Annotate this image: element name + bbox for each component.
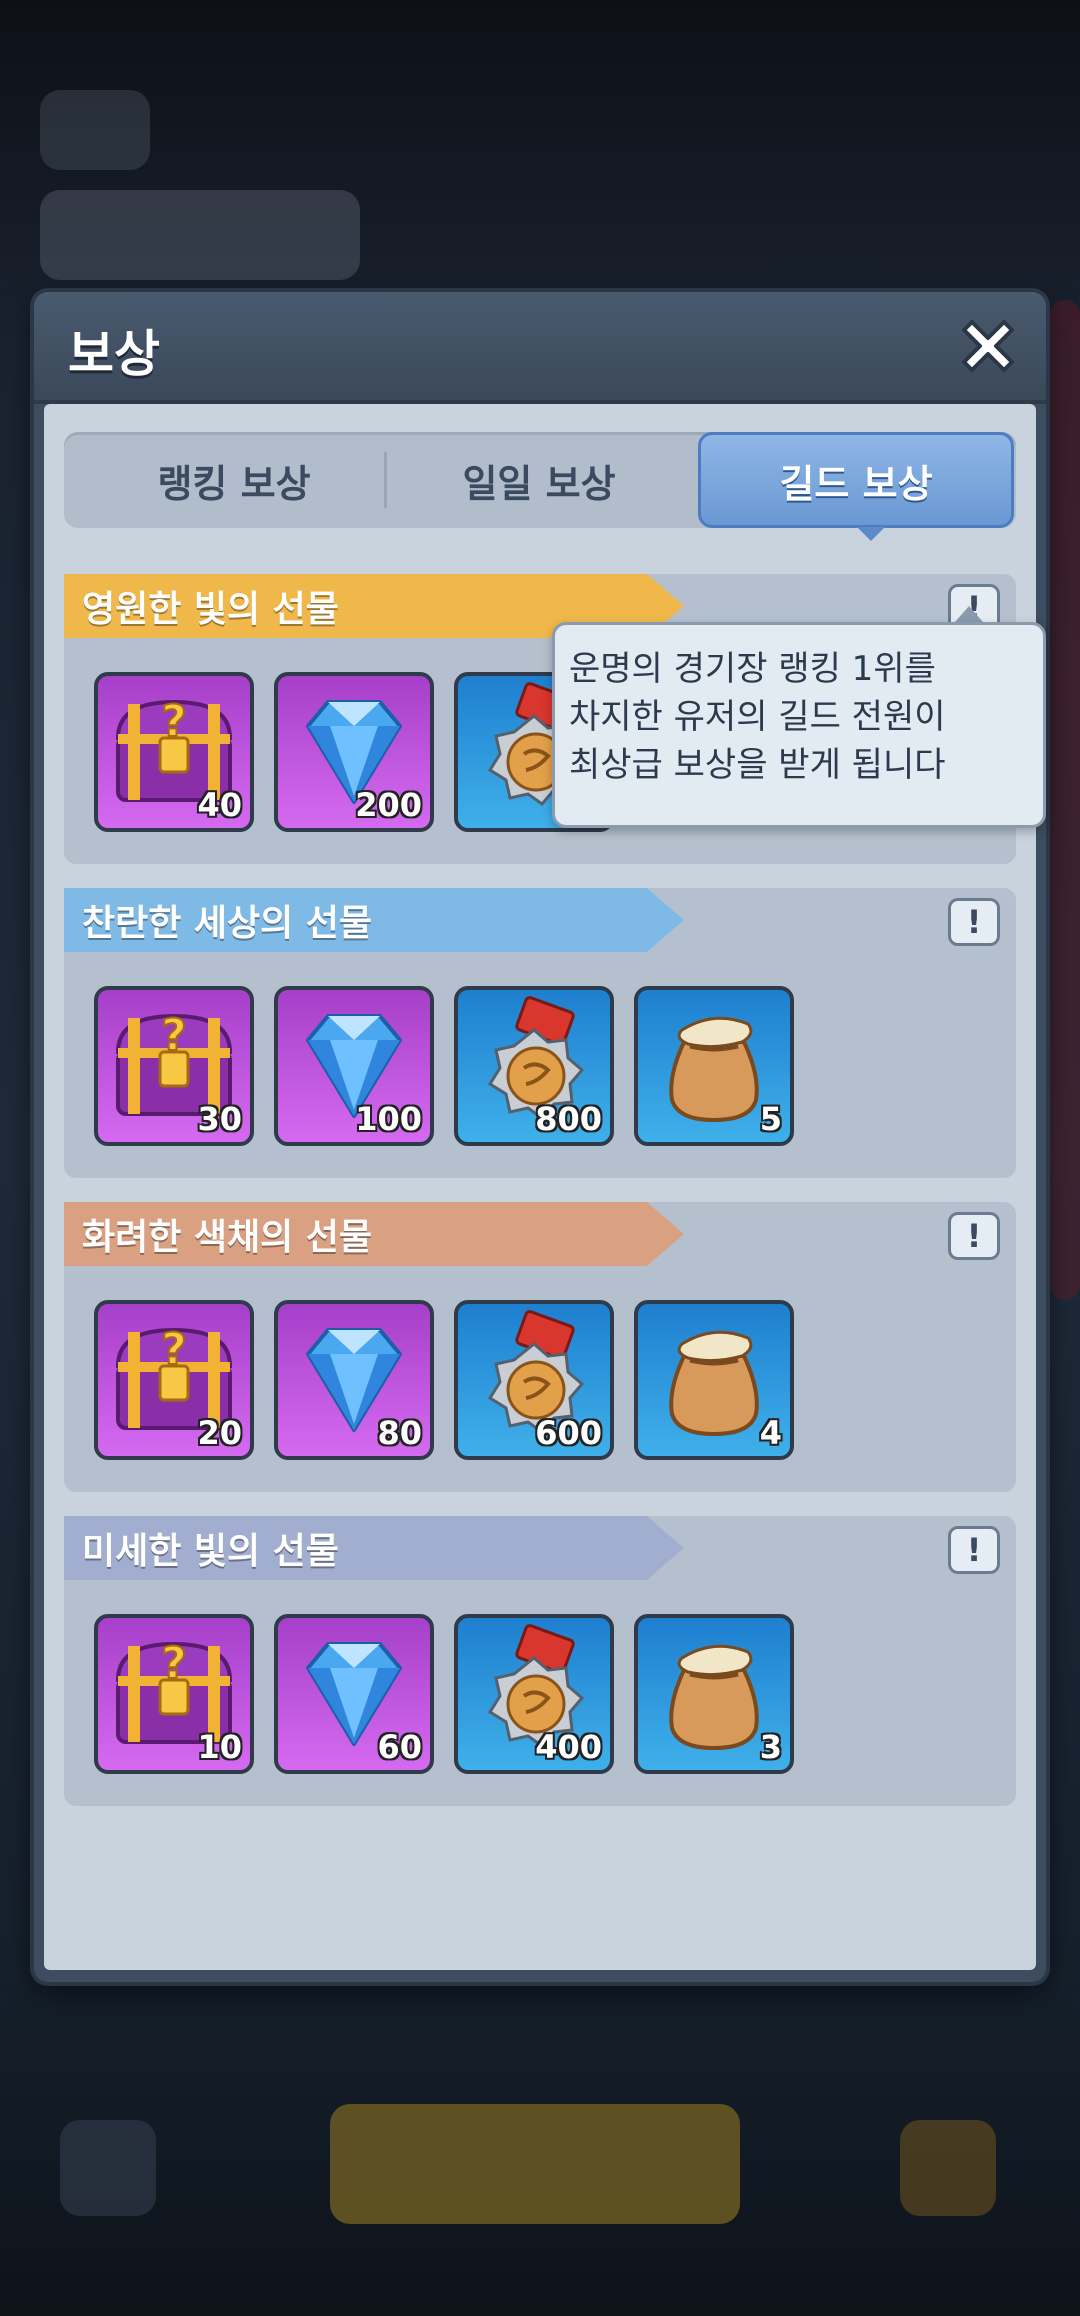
dialog-header: 보상 xyxy=(34,292,1046,404)
section-title: 미세한 빛의 선물 xyxy=(64,1516,684,1580)
info-tooltip: 운명의 경기장 랭킹 1위를 차지한 유저의 길드 전원이 최상급 보상을 받게… xyxy=(552,622,1046,828)
reward-item[interactable]: 60 xyxy=(274,1614,434,1774)
reward-section: 찬란한 세상의 선물! ? 30 100 800 5 xyxy=(64,888,1016,1178)
reward-count: 800 xyxy=(535,1100,602,1138)
reward-item[interactable]: 3 xyxy=(634,1614,794,1774)
svg-text:?: ? xyxy=(161,1638,187,1689)
reward-item[interactable]: 800 xyxy=(454,986,614,1146)
reward-item[interactable]: ? 20 xyxy=(94,1300,254,1460)
tooltip-line: 최상급 보상을 받게 됩니다 xyxy=(569,745,946,785)
reward-item-list: ? 20 80 600 4 xyxy=(94,1300,794,1460)
section-title: 찬란한 세상의 선물 xyxy=(64,888,684,952)
reward-item-list: ? 30 100 800 5 xyxy=(94,986,794,1146)
tab-bar: 랭킹 보상 일일 보상 길드 보상 xyxy=(64,432,1016,528)
tab-divider xyxy=(384,452,387,508)
tab-ranking-reward[interactable]: 랭킹 보상 xyxy=(84,432,384,528)
reward-item[interactable]: 5 xyxy=(634,986,794,1146)
tooltip-line: 운명의 경기장 랭킹 1위를 xyxy=(569,649,936,689)
reward-item[interactable]: ? 30 xyxy=(94,986,254,1146)
reward-count: 4 xyxy=(759,1414,782,1452)
reward-count: 30 xyxy=(197,1100,242,1138)
reward-section: 미세한 빛의 선물! ? 10 60 400 3 xyxy=(64,1516,1016,1806)
tooltip-arrow xyxy=(955,606,983,622)
reward-item[interactable]: 80 xyxy=(274,1300,434,1460)
reward-item[interactable]: 4 xyxy=(634,1300,794,1460)
close-button[interactable] xyxy=(950,308,1026,384)
bottom-left-icon[interactable] xyxy=(60,2120,156,2216)
reward-item[interactable]: 100 xyxy=(274,986,434,1146)
active-tab-pointer xyxy=(857,527,885,541)
reward-item[interactable]: 400 xyxy=(454,1614,614,1774)
reward-count: 100 xyxy=(355,1100,422,1138)
reward-item[interactable]: 600 xyxy=(454,1300,614,1460)
bottom-main-button[interactable] xyxy=(330,2104,740,2224)
reward-count: 60 xyxy=(377,1728,422,1766)
reward-dialog: 보상 랭킹 보상 일일 보상 길드 보상 영원한 빛의 선물! ? 40 200 xyxy=(34,292,1046,1982)
reward-count: 600 xyxy=(535,1414,602,1452)
reward-item[interactable]: 200 xyxy=(274,672,434,832)
info-button[interactable]: ! xyxy=(948,1212,1000,1260)
reward-count: 20 xyxy=(197,1414,242,1452)
reward-count: 80 xyxy=(377,1414,422,1452)
info-button[interactable]: ! xyxy=(948,1526,1000,1574)
reward-count: 5 xyxy=(759,1100,782,1138)
tooltip-line: 차지한 유저의 길드 전원이 xyxy=(569,697,946,737)
reward-section: 화려한 색채의 선물! ? 20 80 600 4 xyxy=(64,1202,1016,1492)
dialog-title: 보상 xyxy=(68,325,160,383)
section-title: 화려한 색채의 선물 xyxy=(64,1202,684,1266)
reward-count: 400 xyxy=(535,1728,602,1766)
tab-guild-reward[interactable]: 길드 보상 xyxy=(698,432,1014,528)
reward-count: 3 xyxy=(759,1728,782,1766)
svg-text:?: ? xyxy=(161,696,187,747)
background-blur-avatar xyxy=(40,90,150,170)
reward-item-list: ? 10 60 400 3 xyxy=(94,1614,794,1774)
svg-text:?: ? xyxy=(161,1324,187,1375)
reward-count: 200 xyxy=(355,786,422,824)
background-blur-side xyxy=(1050,300,1080,1300)
reward-count: 40 xyxy=(197,786,242,824)
reward-item[interactable]: ? 10 xyxy=(94,1614,254,1774)
background-blur-panel xyxy=(40,190,360,280)
reward-item[interactable]: ? 40 xyxy=(94,672,254,832)
reward-count: 10 xyxy=(197,1728,242,1766)
svg-text:?: ? xyxy=(161,1010,187,1061)
tab-daily-reward[interactable]: 일일 보상 xyxy=(389,432,689,528)
bottom-right-icon[interactable] xyxy=(900,2120,996,2216)
reward-item-list: ? 40 200 1 xyxy=(94,672,614,832)
info-button[interactable]: ! xyxy=(948,898,1000,946)
close-x-icon xyxy=(962,320,1014,372)
